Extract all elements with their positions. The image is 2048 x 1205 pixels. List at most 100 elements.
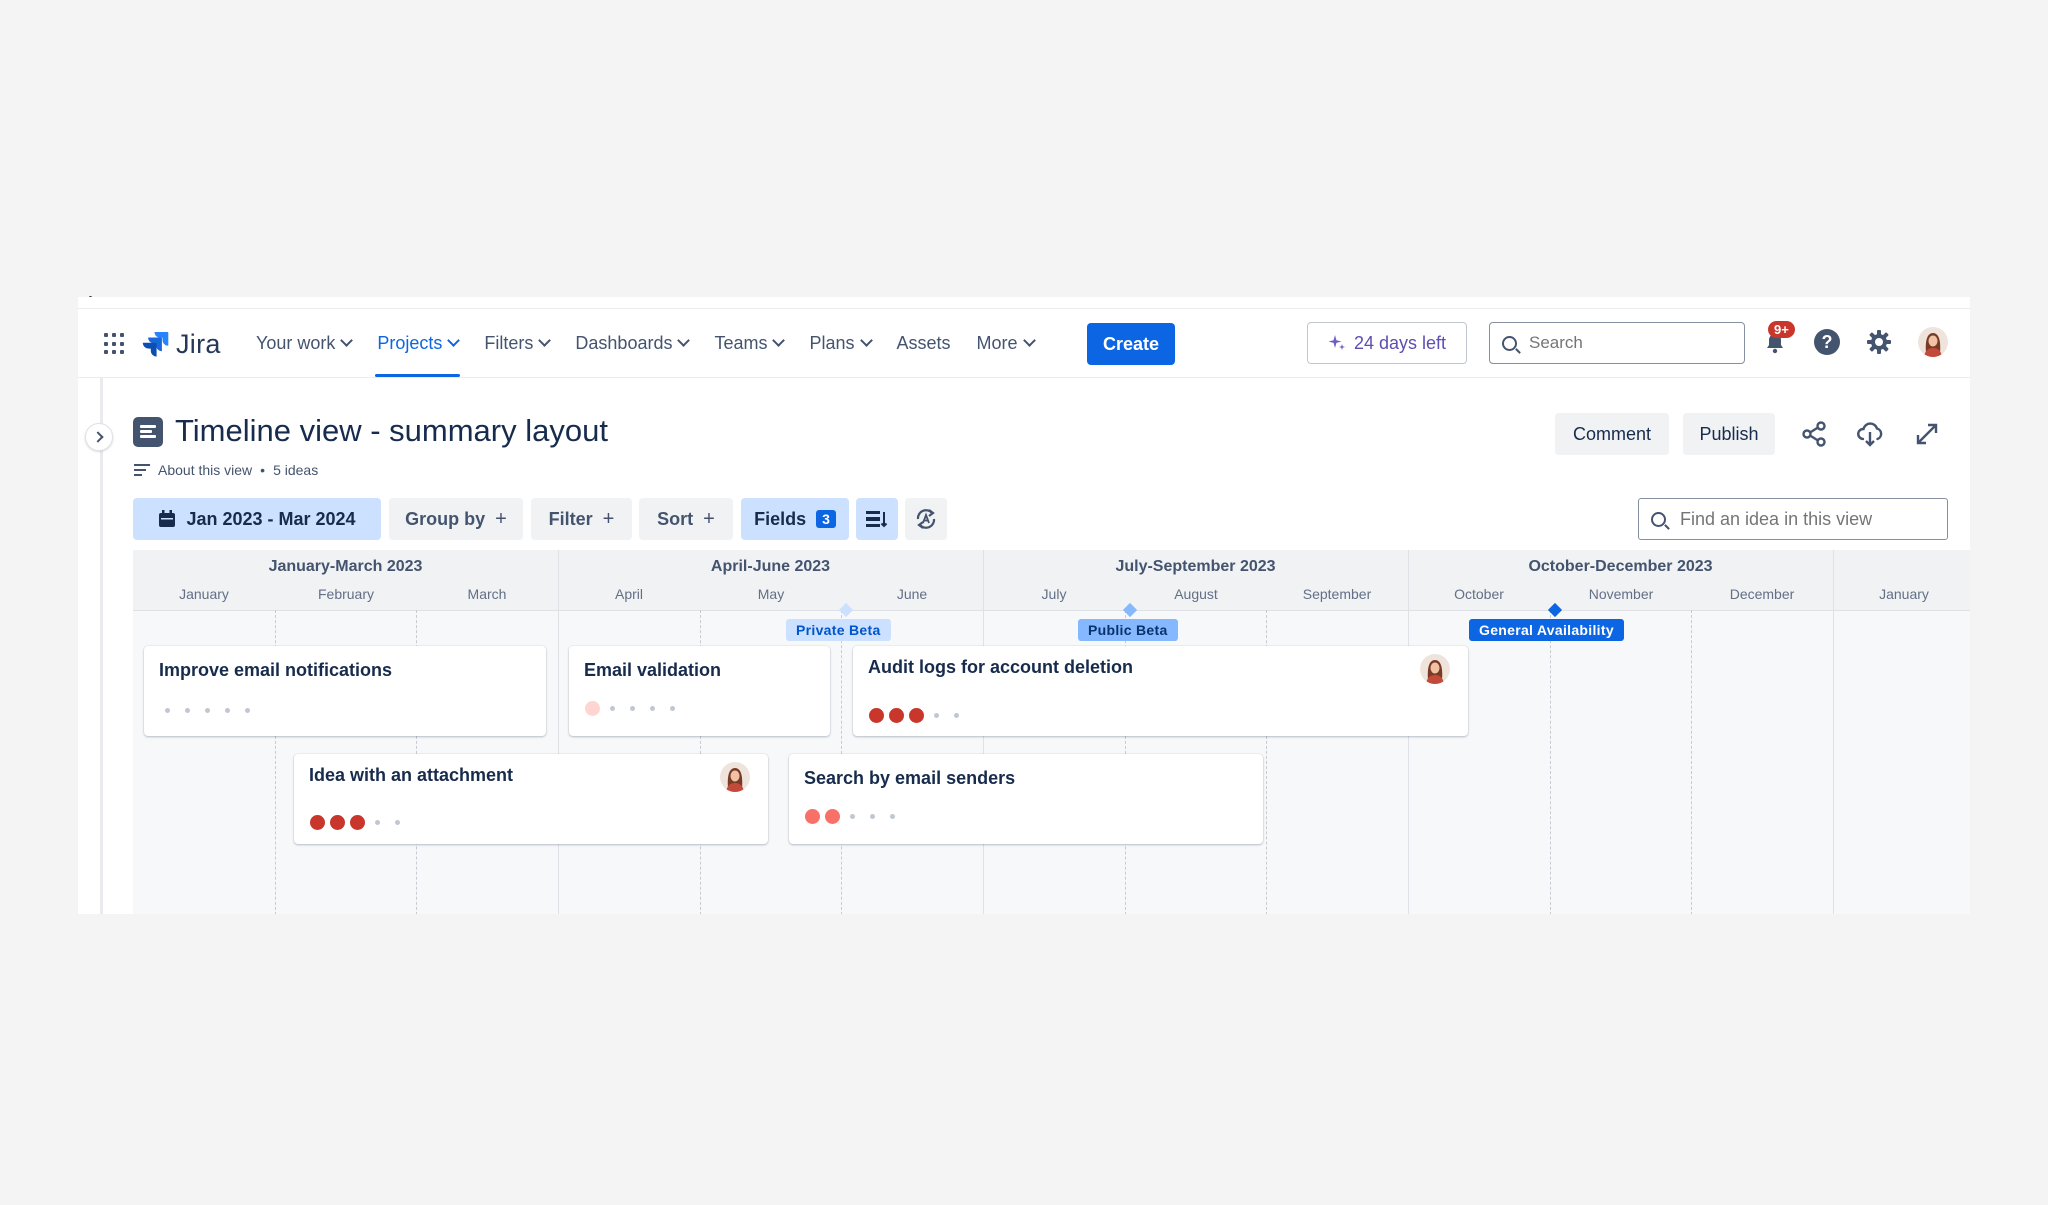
chevron-right-icon bbox=[91, 431, 104, 443]
ideas-count: 5 ideas bbox=[273, 462, 319, 478]
quarter-gridline bbox=[1833, 610, 1834, 914]
nav-plans[interactable]: Plans bbox=[809, 309, 873, 377]
idea-title: Email validation bbox=[584, 660, 722, 680]
plus-icon: + bbox=[495, 507, 507, 530]
group-by-label: Group by bbox=[405, 508, 486, 529]
nav-filters[interactable]: Filters bbox=[484, 309, 552, 377]
expand-fullscreen-icon[interactable] bbox=[1912, 419, 1942, 449]
comment-button[interactable]: Comment bbox=[1555, 413, 1669, 455]
jira-window: Jira Your work Projects Filters Dashboar… bbox=[78, 297, 1970, 914]
view-summary-icon bbox=[133, 417, 163, 447]
idea-rating[interactable] bbox=[585, 701, 680, 716]
meta-separator: • bbox=[260, 462, 266, 478]
month-label: November bbox=[1588, 586, 1654, 602]
month-label: October bbox=[1454, 586, 1504, 602]
date-range-button[interactable]: Jan 2023 - Mar 2024 bbox=[133, 498, 381, 540]
global-search[interactable] bbox=[1489, 322, 1745, 364]
jira-logo-icon bbox=[142, 331, 169, 357]
nav-label: Teams bbox=[714, 332, 768, 353]
nav-label: Assets bbox=[896, 332, 951, 353]
app-switcher-icon[interactable] bbox=[104, 333, 126, 355]
month-label: May bbox=[757, 586, 785, 602]
help-icon[interactable]: ? bbox=[1814, 329, 1840, 355]
chevron-down-icon bbox=[538, 334, 552, 347]
month-label: August bbox=[1174, 586, 1218, 602]
sidebar-rail bbox=[100, 378, 103, 914]
sparkle-icon bbox=[1328, 335, 1345, 350]
page-title: Timeline view - summary layout bbox=[175, 413, 608, 448]
idea-card[interactable]: Improve email notifications bbox=[144, 646, 546, 736]
trial-button[interactable]: 24 days left bbox=[1307, 322, 1467, 364]
nav-your-work[interactable]: Your work bbox=[256, 309, 354, 377]
month-label: January bbox=[179, 586, 229, 602]
nav-more[interactable]: More bbox=[976, 309, 1036, 377]
avatar-image bbox=[720, 762, 750, 792]
month-label: July bbox=[1041, 586, 1067, 602]
month-label: June bbox=[896, 586, 928, 602]
milestone-general-availability[interactable]: General Availability bbox=[1469, 619, 1624, 641]
nav-projects[interactable]: Projects bbox=[375, 309, 461, 377]
expand-sidebar-button[interactable] bbox=[85, 423, 113, 451]
chevron-down-icon bbox=[1022, 334, 1036, 347]
month-label: March bbox=[467, 586, 507, 602]
milestone-private-beta[interactable]: Private Beta bbox=[786, 619, 891, 641]
chevron-down-icon bbox=[859, 334, 873, 347]
publish-button[interactable]: Publish bbox=[1683, 413, 1775, 455]
idea-card[interactable]: Email validation bbox=[569, 646, 830, 736]
plus-icon: + bbox=[703, 507, 715, 530]
nav-label: Projects bbox=[377, 332, 443, 353]
top-navigation: Jira Your work Projects Filters Dashboar… bbox=[78, 309, 1970, 378]
filter-label: Filter bbox=[548, 508, 593, 529]
fields-count-badge: 3 bbox=[816, 510, 836, 528]
auto-arrange-button[interactable] bbox=[905, 498, 947, 540]
fields-label: Fields bbox=[754, 508, 807, 529]
about-view-link[interactable]: About this view bbox=[158, 462, 252, 478]
top-strip bbox=[78, 297, 1970, 309]
idea-rating[interactable] bbox=[160, 708, 255, 713]
month-label: September bbox=[1302, 586, 1372, 602]
nav-teams[interactable]: Teams bbox=[714, 309, 786, 377]
idea-title: Idea with an attachment bbox=[309, 765, 514, 785]
create-button[interactable]: Create bbox=[1087, 323, 1175, 365]
nav-label: Dashboards bbox=[575, 332, 673, 353]
assignee-avatar[interactable] bbox=[1420, 654, 1450, 684]
primary-nav: Your work Projects Filters Dashboards Te… bbox=[256, 309, 1060, 377]
idea-title: Audit logs for account deletion bbox=[868, 657, 1133, 677]
find-idea-input[interactable] bbox=[1678, 507, 1932, 531]
idea-rating[interactable] bbox=[869, 708, 964, 723]
auto-arrange-icon bbox=[916, 509, 936, 529]
filter-button[interactable]: Filter + bbox=[531, 498, 632, 540]
chevron-down-icon bbox=[677, 334, 691, 347]
idea-card[interactable]: Audit logs for account deletion bbox=[853, 646, 1468, 736]
nav-label: More bbox=[976, 332, 1018, 353]
sort-label: Sort bbox=[657, 508, 694, 529]
idea-rating[interactable] bbox=[310, 815, 405, 830]
user-avatar[interactable] bbox=[1918, 327, 1948, 357]
nav-dashboards[interactable]: Dashboards bbox=[575, 309, 691, 377]
layout-toggle-button[interactable] bbox=[856, 498, 898, 540]
month-label: February bbox=[317, 586, 375, 602]
assignee-avatar[interactable] bbox=[720, 762, 750, 792]
idea-rating[interactable] bbox=[805, 809, 900, 824]
fields-button[interactable]: Fields 3 bbox=[741, 498, 849, 540]
idea-title: Search by email senders bbox=[804, 768, 1016, 788]
description-icon bbox=[134, 464, 150, 476]
jira-logo[interactable]: Jira bbox=[142, 329, 221, 359]
cloud-download-icon[interactable] bbox=[1855, 419, 1885, 449]
search-input[interactable] bbox=[1527, 332, 1731, 354]
share-icon[interactable] bbox=[1799, 419, 1829, 449]
date-range-label: Jan 2023 - Mar 2024 bbox=[186, 508, 356, 529]
timeline-canvas: January-March 2023 April-June 2023 July-… bbox=[133, 550, 1970, 914]
month-gridline bbox=[1691, 610, 1692, 914]
month-gridline bbox=[1550, 610, 1551, 914]
sort-button[interactable]: Sort + bbox=[639, 498, 733, 540]
nav-assets[interactable]: Assets bbox=[897, 309, 951, 377]
idea-card[interactable]: Idea with an attachment bbox=[294, 754, 768, 844]
find-idea-search[interactable] bbox=[1638, 498, 1948, 540]
group-by-button[interactable]: Group by + bbox=[389, 498, 523, 540]
milestone-public-beta[interactable]: Public Beta bbox=[1078, 619, 1178, 641]
chevron-down-icon bbox=[447, 334, 461, 347]
settings-gear-icon[interactable] bbox=[1866, 329, 1892, 355]
idea-card[interactable]: Search by email senders bbox=[789, 754, 1263, 844]
trial-label: 24 days left bbox=[1353, 332, 1447, 353]
